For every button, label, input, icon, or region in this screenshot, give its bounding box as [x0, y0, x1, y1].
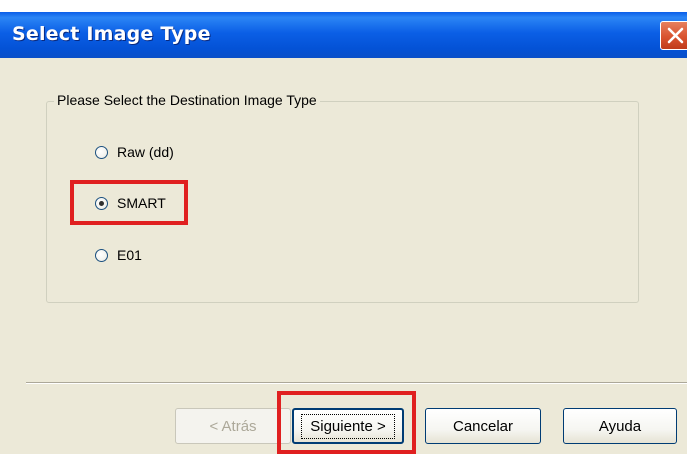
- next-highlight-box: [277, 391, 416, 454]
- title-bar[interactable]: Select Image Type: [0, 12, 687, 58]
- close-icon: [667, 27, 684, 44]
- close-button[interactable]: [660, 21, 687, 50]
- option-e01-label: E01: [117, 247, 142, 263]
- help-button[interactable]: Ayuda: [563, 408, 677, 444]
- top-strip: [0, 0, 687, 12]
- back-button[interactable]: < Atrás: [175, 408, 291, 444]
- button-separator: [26, 382, 687, 384]
- option-raw-dd[interactable]: Raw (dd): [95, 142, 174, 162]
- smart-highlight-box: [70, 180, 188, 225]
- radio-e01[interactable]: [95, 248, 108, 262]
- back-button-label: < Atrás: [209, 417, 257, 435]
- select-image-type-dialog: Select Image Type Please Select the Dest…: [0, 12, 687, 454]
- dialog-title: Select Image Type: [12, 23, 211, 45]
- radio-raw-dd[interactable]: [95, 145, 108, 159]
- cancel-button-label: Cancelar: [452, 417, 514, 435]
- option-raw-dd-label: Raw (dd): [117, 144, 174, 160]
- option-e01[interactable]: E01: [95, 245, 142, 265]
- help-button-label: Ayuda: [598, 417, 642, 435]
- cancel-button[interactable]: Cancelar: [425, 408, 541, 444]
- groupbox-legend: Please Select the Destination Image Type: [54, 92, 320, 108]
